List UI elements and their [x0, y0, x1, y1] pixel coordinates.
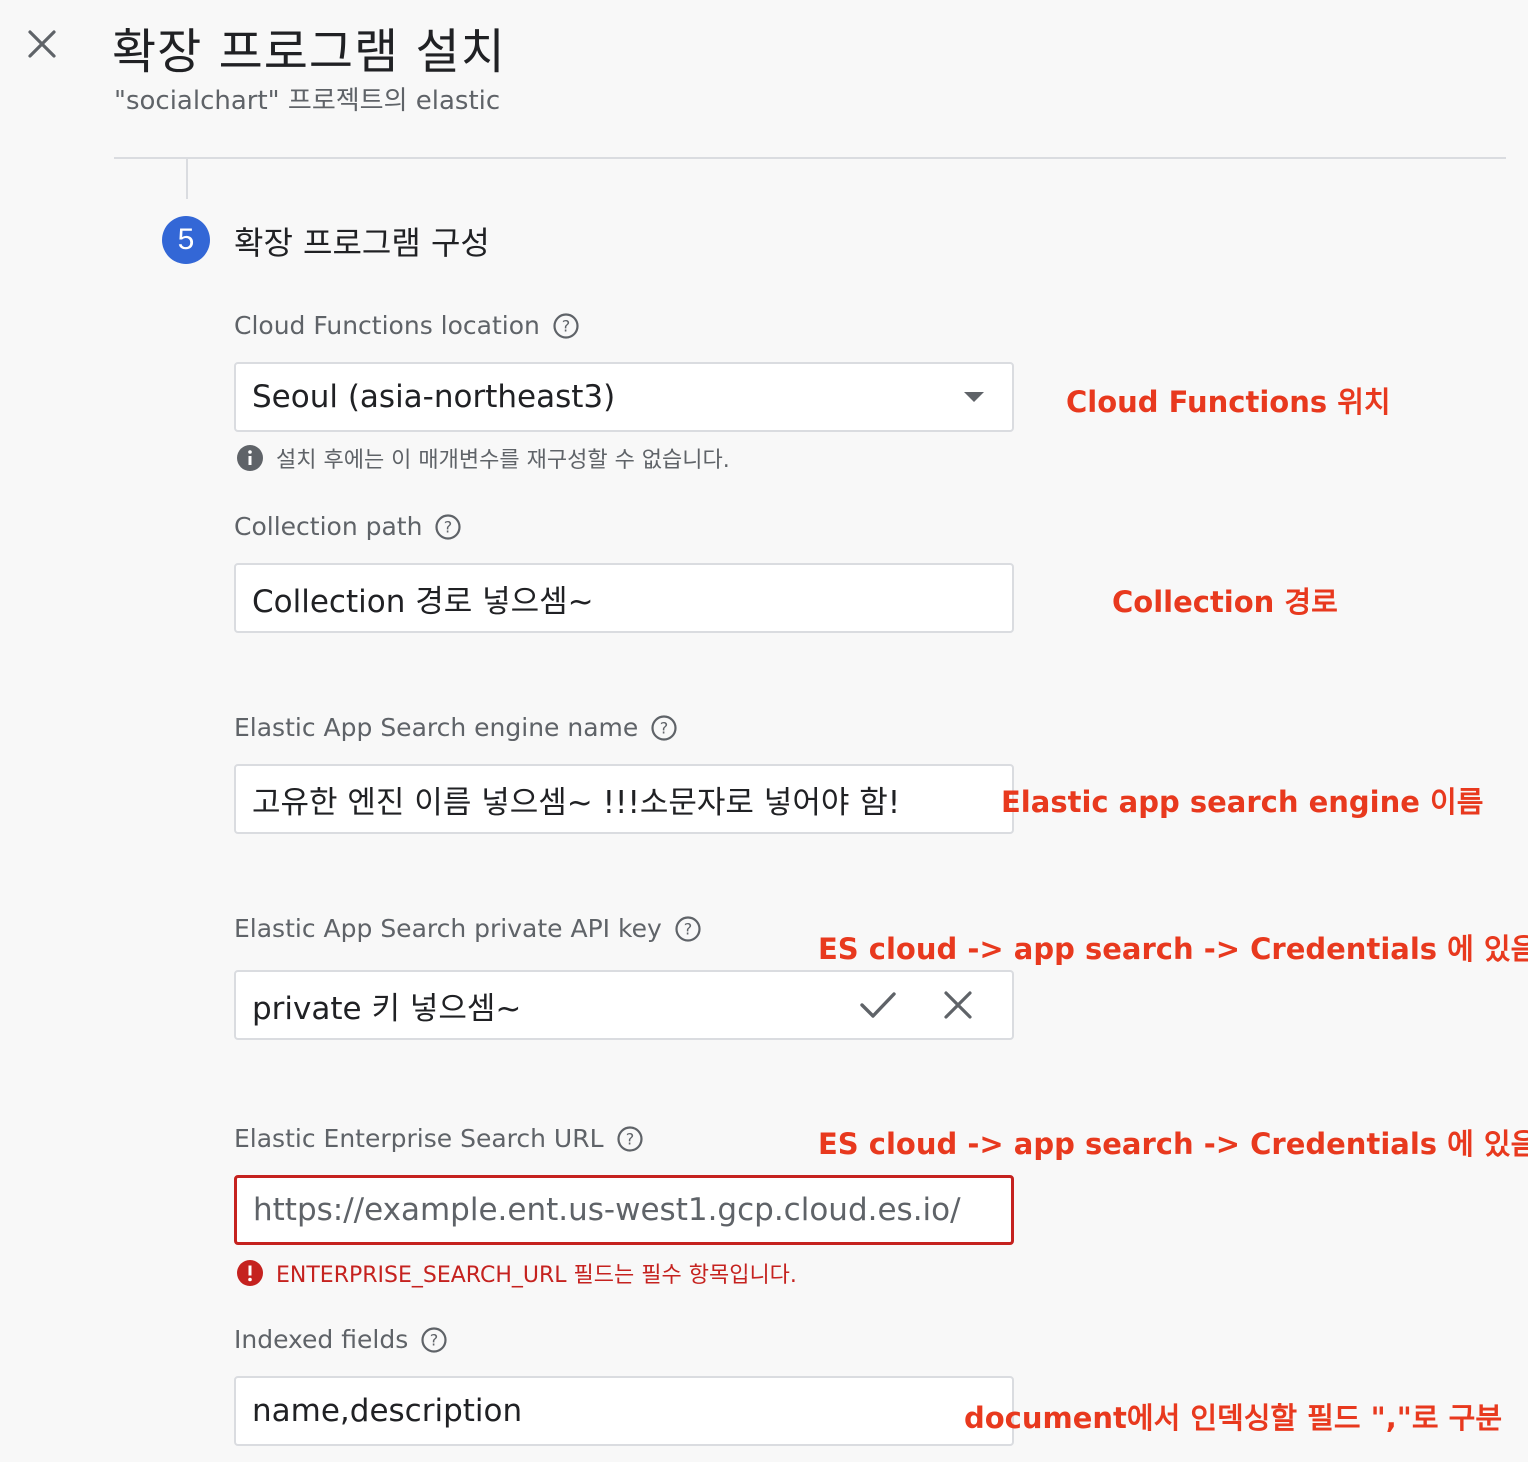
- svg-text:?: ?: [684, 919, 693, 938]
- indexed-fields-input[interactable]: name,description: [234, 1376, 1014, 1446]
- annotation-engine: Elastic app search engine 이름: [1001, 785, 1484, 819]
- help-icon[interactable]: ?: [552, 312, 580, 340]
- help-icon[interactable]: ?: [650, 714, 678, 742]
- install-extension-page: 확장 프로그램 설치 "socialchart" 프로젝트의 elastic 5…: [0, 0, 1528, 1462]
- location-label: Cloud Functions location ?: [234, 311, 580, 340]
- close-icon: [28, 30, 56, 58]
- search-url-error: ENTERPRISE_SEARCH_URL 필드는 필수 항목입니다.: [236, 1257, 797, 1289]
- clear-button[interactable]: [936, 983, 980, 1027]
- search-url-error-text: ENTERPRISE_SEARCH_URL 필드는 필수 항목입니다.: [276, 1263, 797, 1288]
- collection-path-label-text: Collection path: [234, 512, 423, 541]
- annotation-url: ES cloud -> app search -> Credentials 에 …: [818, 1127, 1528, 1161]
- location-hint-text: 설치 후에는 이 매개변수를 재구성할 수 없습니다.: [276, 448, 730, 473]
- search-url-label: Elastic Enterprise Search URL ?: [234, 1124, 644, 1153]
- search-url-placeholder: https://example.ent.us-west1.gcp.cloud.e…: [253, 1192, 961, 1228]
- info-icon: [237, 445, 263, 471]
- engine-name-value: 고유한 엔진 이름 넣으셈~ !!!소문자로 넣어야 함!: [252, 784, 901, 821]
- api-key-label-text: Elastic App Search private API key: [234, 914, 662, 943]
- annotation-collection: Collection 경로: [1112, 585, 1338, 619]
- close-icon: [944, 991, 972, 1019]
- check-icon: [860, 992, 896, 1018]
- step-title: 확장 프로그램 구성: [234, 224, 490, 262]
- search-url-input[interactable]: https://example.ent.us-west1.gcp.cloud.e…: [234, 1175, 1014, 1245]
- collection-path-input[interactable]: Collection 경로 넣으셈~: [234, 563, 1014, 633]
- help-icon[interactable]: ?: [434, 513, 462, 541]
- collection-path-value: Collection 경로 넣으셈~: [252, 583, 594, 620]
- engine-name-label: Elastic App Search engine name ?: [234, 713, 678, 742]
- help-icon[interactable]: ?: [616, 1125, 644, 1153]
- location-select[interactable]: Seoul (asia-northeast3): [234, 362, 1014, 432]
- location-select-value: Seoul (asia-northeast3): [252, 379, 616, 415]
- dropdown-arrow-icon: [964, 392, 984, 402]
- svg-text:?: ?: [625, 1129, 634, 1148]
- header-divider: [114, 157, 1506, 159]
- indexed-fields-value: name,description: [252, 1393, 523, 1429]
- close-button[interactable]: [22, 24, 62, 64]
- engine-name-input[interactable]: 고유한 엔진 이름 넣으셈~ !!!소문자로 넣어야 함!: [234, 764, 1014, 834]
- annotation-indexed: document에서 인덱싱할 필드 ","로 구분: [964, 1401, 1503, 1435]
- location-label-text: Cloud Functions location: [234, 311, 540, 340]
- search-url-label-text: Elastic Enterprise Search URL: [234, 1124, 604, 1153]
- help-icon[interactable]: ?: [420, 1326, 448, 1354]
- step-number-badge: 5: [162, 216, 210, 264]
- indexed-fields-label-text: Indexed fields: [234, 1325, 409, 1354]
- location-hint: 설치 후에는 이 매개변수를 재구성할 수 없습니다.: [236, 442, 730, 474]
- engine-name-label-text: Elastic App Search engine name: [234, 713, 639, 742]
- api-key-value: private 키 넣으셈~: [252, 990, 522, 1027]
- api-key-label: Elastic App Search private API key ?: [234, 914, 702, 943]
- confirm-button[interactable]: [856, 983, 900, 1027]
- indexed-fields-label: Indexed fields ?: [234, 1325, 448, 1354]
- svg-text:?: ?: [430, 1330, 439, 1349]
- stepper-line: [186, 159, 188, 199]
- annotation-location: Cloud Functions 위치: [1066, 385, 1391, 419]
- help-icon[interactable]: ?: [674, 915, 702, 943]
- page-title: 확장 프로그램 설치: [112, 24, 506, 80]
- svg-text:?: ?: [444, 517, 453, 536]
- collection-path-label: Collection path ?: [234, 512, 462, 541]
- svg-text:?: ?: [660, 718, 669, 737]
- page-subtitle: "socialchart" 프로젝트의 elastic: [114, 86, 501, 116]
- error-icon: [237, 1260, 263, 1286]
- api-key-input[interactable]: private 키 넣으셈~: [234, 970, 1014, 1040]
- svg-text:?: ?: [562, 316, 571, 335]
- annotation-api-key: ES cloud -> app search -> Credentials 에 …: [818, 932, 1528, 966]
